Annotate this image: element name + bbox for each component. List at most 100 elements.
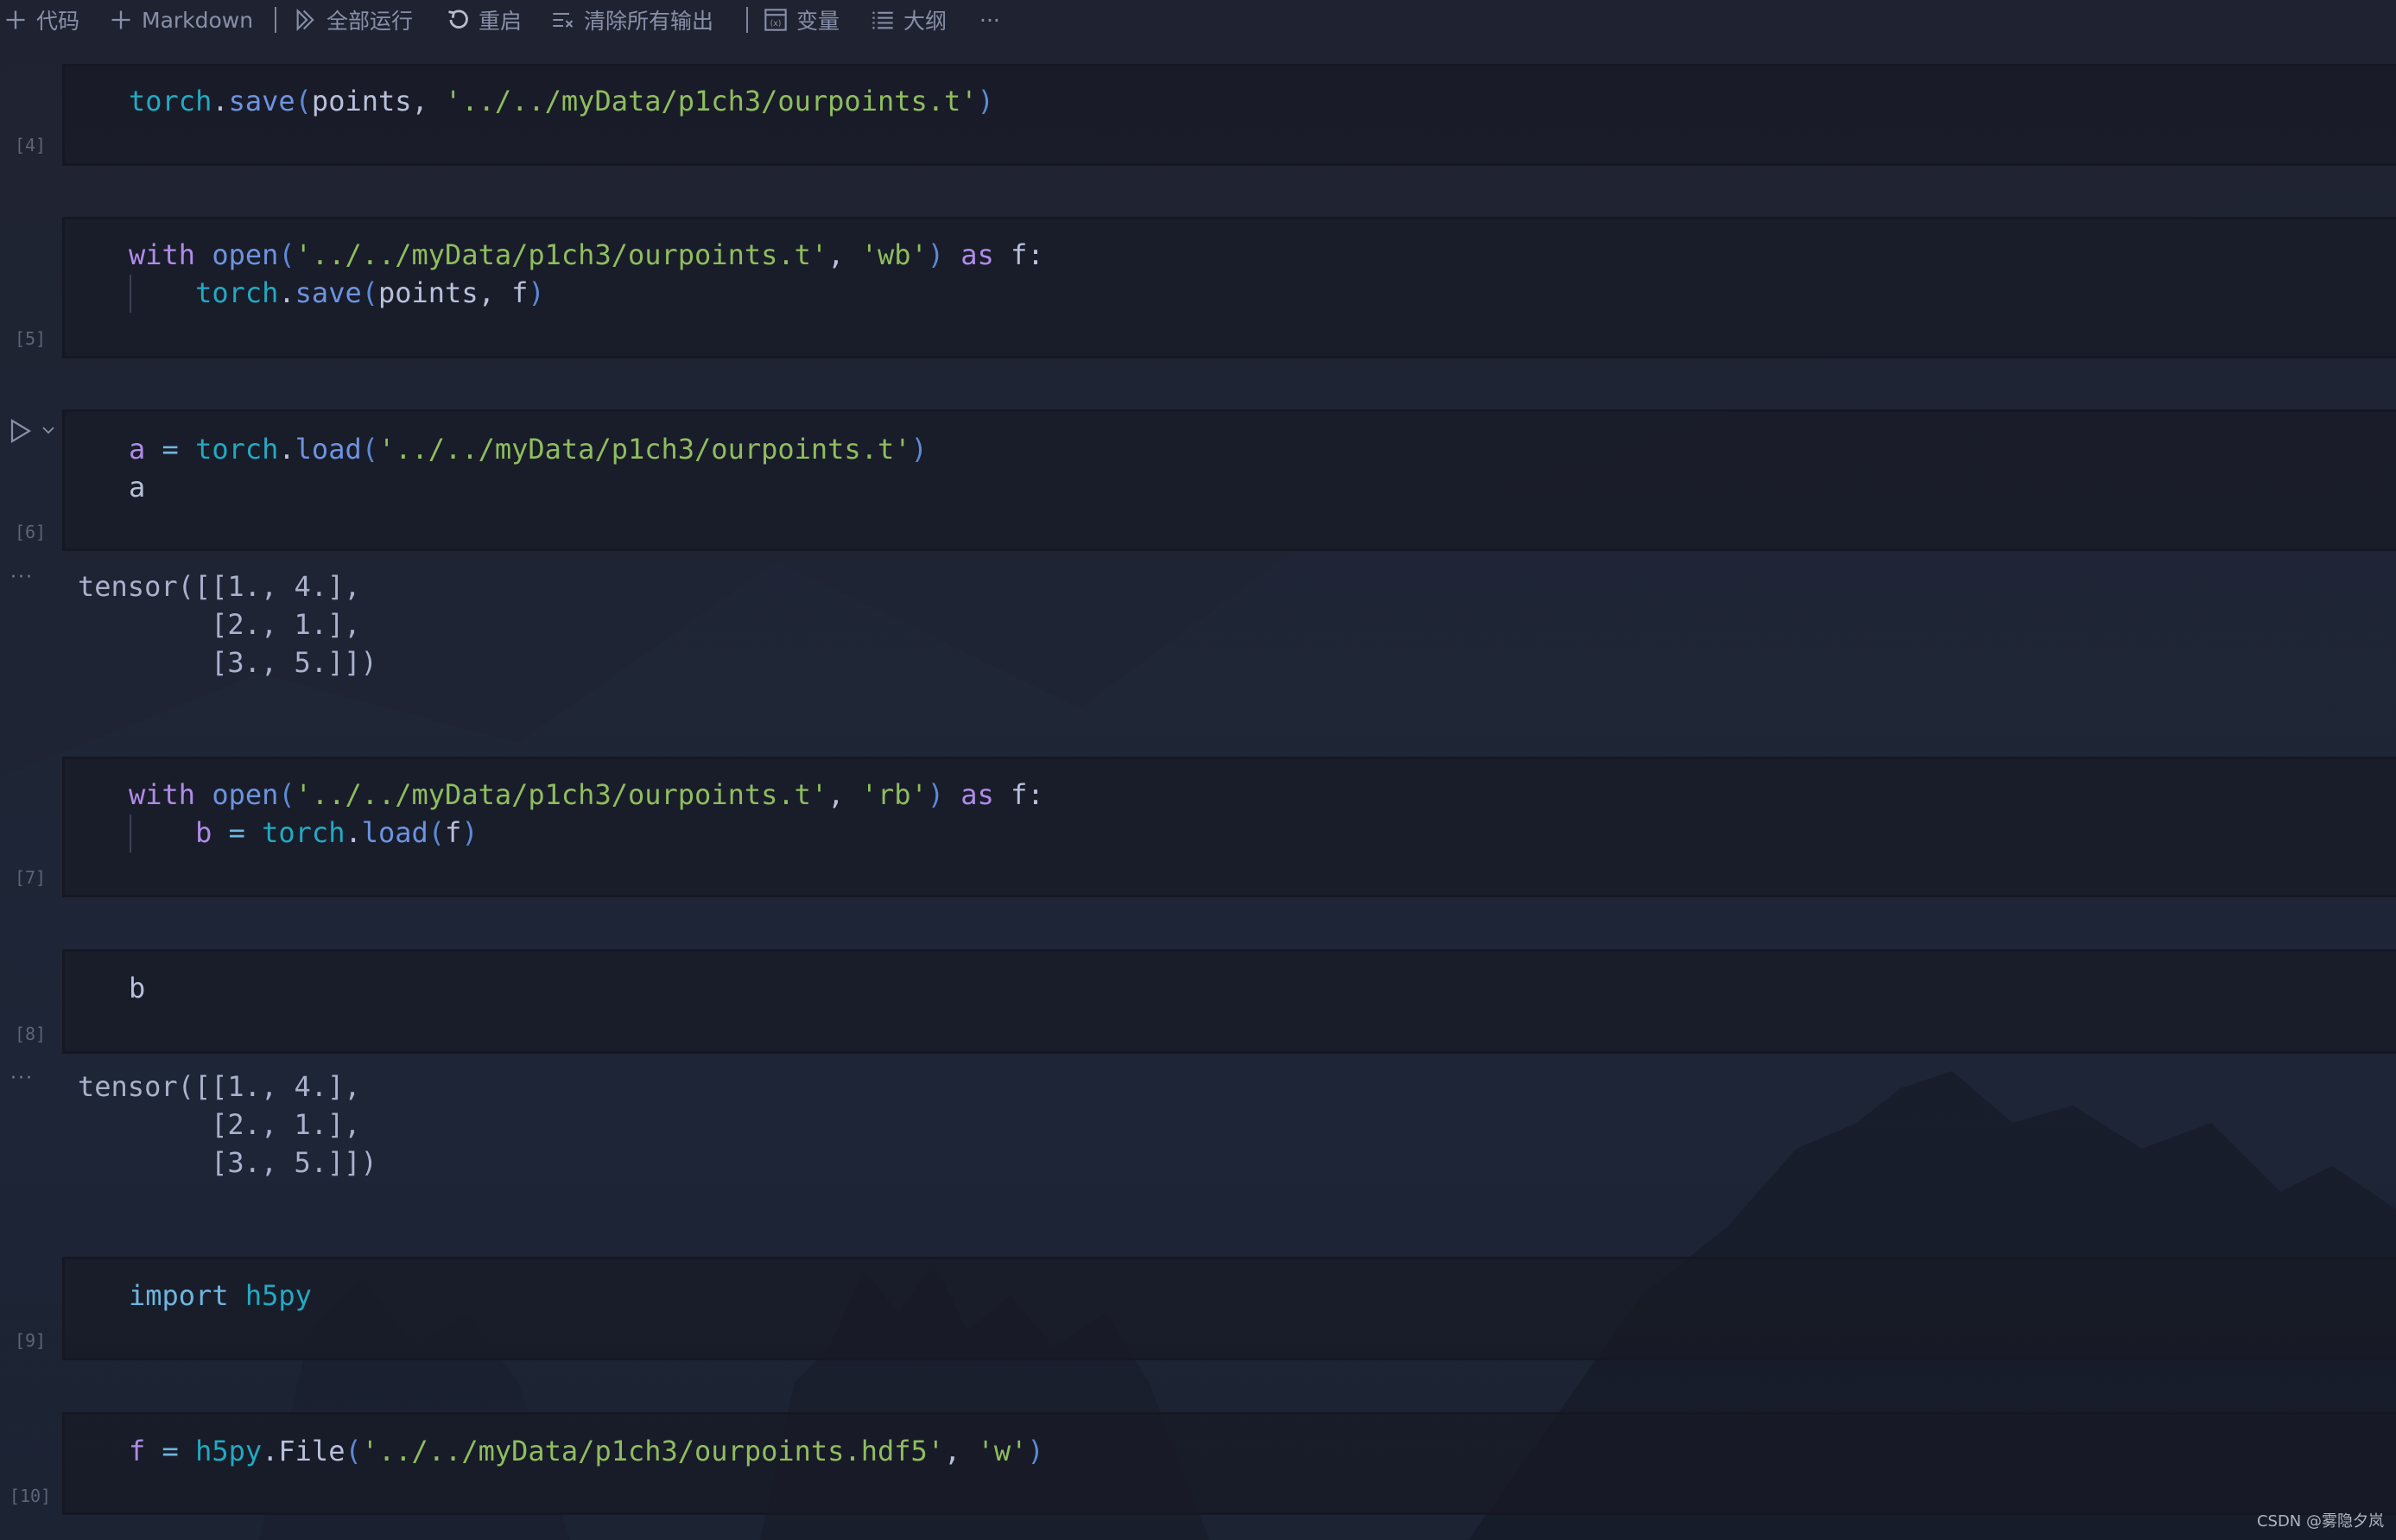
plus-icon [3, 8, 28, 32]
code-token: torch [195, 433, 279, 466]
code-token: . [278, 276, 295, 309]
execution-count: [5] [14, 328, 47, 349]
output-line: [3., 5.]]) [78, 1146, 377, 1179]
code-token: ( [361, 276, 378, 309]
add-markdown-button[interactable]: Markdown [109, 0, 253, 40]
code-token: . [262, 1435, 279, 1467]
code-token: : [1027, 238, 1044, 271]
code-token: with [129, 238, 212, 271]
code-line: import h5py [129, 1277, 312, 1315]
code-token: : [1027, 778, 1044, 811]
code-token: h5py [195, 1435, 263, 1467]
outline-label: 大纲 [903, 9, 948, 34]
code-token: '../../myData/p1ch3/ourpoints.t' [377, 433, 911, 466]
code-cell[interactable] [62, 949, 2396, 1054]
code-token: ) [461, 816, 479, 849]
code-token: , [827, 238, 861, 271]
restart-label: 重启 [479, 9, 523, 34]
code-token: a [129, 471, 146, 504]
execution-count: [10] [9, 1486, 52, 1506]
code-token: torch [262, 816, 345, 849]
code-token: load [295, 433, 362, 466]
code-token: f [1011, 778, 1028, 811]
code-line: torch.save(points, f) [129, 274, 545, 312]
code-token: as [944, 778, 1011, 811]
code-token: ) [927, 238, 945, 271]
code-token: . [212, 85, 229, 117]
output-line: tensor([[1., 4.], [78, 570, 361, 603]
output-line: tensor([[1., 4.], [78, 1070, 361, 1103]
code-token: ) [977, 85, 994, 117]
code-token: ) [910, 433, 928, 466]
run-cell-icon[interactable] [9, 418, 33, 444]
code-token: import [129, 1279, 245, 1312]
more-actions-button[interactable]: ··· [979, 0, 1000, 40]
output-more-icon[interactable]: ··· [10, 1068, 41, 1089]
code-token: , [944, 1435, 978, 1467]
code-token: = [212, 816, 263, 849]
code-token: as [944, 238, 1011, 271]
execution-count: [4] [14, 135, 47, 155]
code-token: save [228, 85, 295, 117]
code-token: open [212, 238, 279, 271]
code-token: b [129, 972, 146, 1004]
outline-button[interactable]: 大纲 [871, 0, 947, 40]
variables-label: 变量 [796, 9, 840, 34]
add-markdown-label: Markdown [142, 7, 254, 33]
output-line: [3., 5.]]) [78, 646, 377, 679]
code-token: f [129, 1435, 146, 1467]
execution-count: [7] [14, 867, 47, 888]
code-cell[interactable] [62, 1257, 2396, 1360]
list-icon [871, 8, 895, 32]
code-token: ( [345, 1435, 362, 1467]
toolbar-divider [746, 7, 748, 33]
code-token: . [345, 816, 362, 849]
code-token: . [278, 433, 295, 466]
code-token: load [361, 816, 428, 849]
code-line: f = h5py.File('../../myData/p1ch3/ourpoi… [129, 1432, 1044, 1470]
code-token: '../../myData/p1ch3/ourpoints.t' [295, 778, 828, 811]
code-token: '../../myData/p1ch3/ourpoints.t' [295, 238, 828, 271]
more-icon: ··· [979, 7, 1000, 33]
output-more-icon[interactable]: ··· [10, 567, 41, 588]
code-token: = [145, 1435, 196, 1467]
code-token: 'w' [977, 1435, 1028, 1467]
watermark: CSDN @雾隐夕岚 [2256, 1512, 2384, 1530]
code-token: f [445, 816, 462, 849]
clear-all-icon [551, 8, 575, 32]
code-line: with open('../../myData/p1ch3/ourpoints.… [129, 236, 1044, 274]
execution-count: [9] [14, 1330, 47, 1351]
code-token: ) [1027, 1435, 1044, 1467]
code-token: f [1011, 238, 1028, 271]
chevron-down-icon[interactable] [40, 421, 57, 439]
variables-icon: (x) [764, 8, 788, 32]
code-token: ( [428, 816, 446, 849]
clear-outputs-button[interactable]: 清除所有输出 [551, 0, 713, 40]
restart-button[interactable]: 重启 [446, 0, 522, 40]
code-token: '../../myData/p1ch3/ourpoints.t' [445, 85, 978, 117]
notebook-toolbar: 代码 Markdown 全部运行 重启 清除所有输出 (x) 变量 大纲 ··· [0, 0, 2396, 40]
code-line: b = torch.load(f) [129, 814, 479, 852]
code-line: torch.save(points, '../../myData/p1ch3/o… [129, 82, 994, 120]
code-token: h5py [244, 1279, 312, 1312]
code-token: torch [195, 276, 279, 309]
code-token: with [129, 778, 212, 811]
code-token: = [145, 433, 196, 466]
code-token: ( [278, 238, 295, 271]
variables-button[interactable]: (x) 变量 [764, 0, 840, 40]
run-all-button[interactable]: 全部运行 [294, 0, 413, 40]
code-token: ( [295, 85, 312, 117]
code-token: save [295, 276, 362, 309]
code-token: ) [927, 778, 945, 811]
code-token: 'rb' [860, 778, 928, 811]
add-code-button[interactable]: 代码 [3, 0, 79, 40]
add-code-label: 代码 [36, 9, 80, 34]
code-token: points, [311, 85, 446, 117]
code-token: ) [528, 276, 545, 309]
run-all-label: 全部运行 [326, 9, 414, 34]
code-token: 'wb' [860, 238, 928, 271]
code-line: a = torch.load('../../myData/p1ch3/ourpo… [129, 430, 928, 468]
code-token: points, f [377, 276, 529, 309]
